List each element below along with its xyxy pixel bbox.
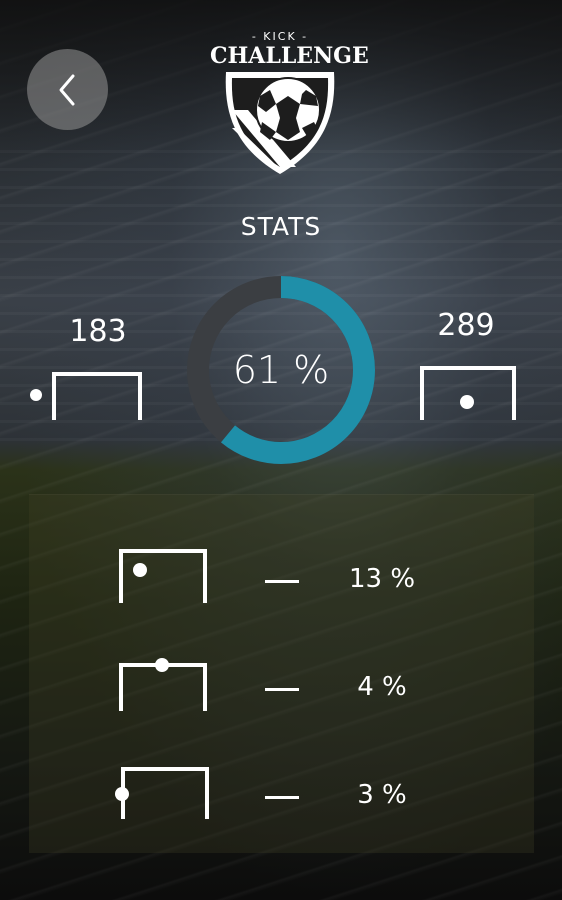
breakdown-row: 13 % xyxy=(29,547,534,617)
goal-crossbar-icon xyxy=(119,658,207,711)
goal-post-icon xyxy=(115,767,209,819)
soccer-ball-shield-icon xyxy=(225,72,335,174)
shot-breakdown-panel: 13 % 4 % 3 % xyxy=(29,494,534,853)
back-button[interactable] xyxy=(27,49,108,130)
logo-subtitle: - KICK - xyxy=(251,30,309,43)
breakdown-percent: 13 % xyxy=(348,564,416,594)
dash-separator xyxy=(265,580,299,583)
goal-scored-icon xyxy=(420,366,516,420)
breakdown-row: 4 % xyxy=(29,655,534,725)
goal-top-left-icon xyxy=(119,549,207,603)
breakdown-percent: 3 % xyxy=(357,780,407,810)
stats-title: STATS xyxy=(240,212,322,241)
goal-missed-icon xyxy=(30,372,142,420)
dash-separator xyxy=(265,796,299,799)
kick-challenge-logo: - KICK - CHALLENGE xyxy=(210,24,369,184)
dash-separator xyxy=(265,688,299,691)
success-percent: 61 % xyxy=(232,348,330,392)
goals-scored-count: 289 xyxy=(437,308,495,343)
goals-missed-count: 183 xyxy=(69,314,127,349)
breakdown-percent: 4 % xyxy=(357,672,407,702)
breakdown-row: 3 % xyxy=(29,763,534,833)
chevron-left-icon xyxy=(59,74,74,105)
